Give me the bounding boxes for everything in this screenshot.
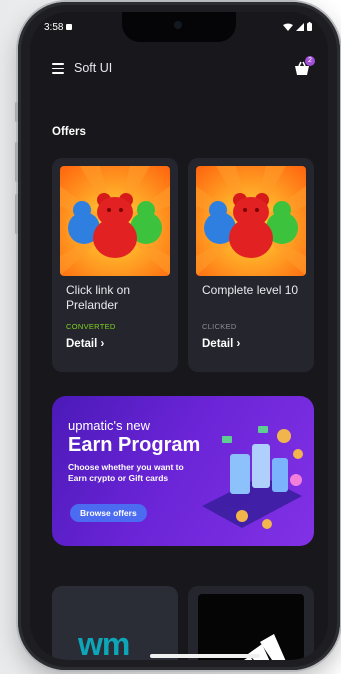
offer-image — [196, 166, 306, 276]
browse-offers-button[interactable]: Browse offers — [70, 504, 147, 522]
offer-title: Complete level 10 — [202, 283, 299, 297]
bottom-offer-card[interactable] — [188, 586, 314, 660]
gummy-bear-red-icon — [93, 193, 137, 258]
bottom-offer-card[interactable]: wm — [52, 586, 178, 660]
offer-status: CONVERTED — [66, 322, 116, 331]
gummy-bear-red-icon — [229, 193, 273, 258]
offer-card[interactable]: Complete level 10 CLICKED Detail › — [188, 158, 314, 372]
phone-mute-switch — [15, 102, 18, 122]
menu-icon[interactable] — [52, 63, 64, 74]
earn-program-banner[interactable]: upmatic's new Earn Program Choose whethe… — [52, 396, 314, 546]
offer-detail-link[interactable]: Detail › — [66, 338, 104, 350]
offer-card[interactable]: Click link on Prelander CONVERTED Detail… — [52, 158, 178, 372]
offer-title: Click link on Prelander — [66, 283, 131, 312]
status-icons — [283, 22, 312, 31]
wm-logo: wm — [78, 626, 130, 660]
signal-icon — [296, 22, 304, 31]
offers-section-title: Offers — [52, 126, 86, 138]
camera-icon — [174, 21, 182, 29]
cart-badge: 2 — [305, 56, 315, 66]
home-indicator[interactable] — [150, 654, 260, 658]
banner-title: Earn Program — [68, 434, 201, 456]
offer-detail-link[interactable]: Detail › — [202, 338, 240, 350]
status-time: 3:58 — [44, 22, 64, 33]
phone-volume-up — [15, 142, 18, 182]
app-title: Soft UI — [74, 61, 113, 75]
wifi-icon — [283, 23, 293, 31]
offer-status: CLICKED — [202, 322, 237, 331]
phone-notch — [122, 12, 236, 42]
banner-subtitle: upmatic's new — [68, 418, 150, 433]
cart-button[interactable]: 2 — [292, 56, 315, 78]
phone-volume-down — [15, 194, 18, 234]
offer-image — [60, 166, 170, 276]
app-bar: Soft UI 2 — [30, 56, 328, 82]
banner-description: Choose whether you want to Earn crypto o… — [68, 462, 184, 483]
adidas-logo-icon — [244, 634, 286, 660]
notification-icon — [66, 24, 72, 30]
battery-icon — [307, 22, 312, 31]
offer-image — [198, 594, 304, 660]
app-screen: 3:58 Soft UI 2 Offers Click link on Prel… — [30, 12, 328, 660]
